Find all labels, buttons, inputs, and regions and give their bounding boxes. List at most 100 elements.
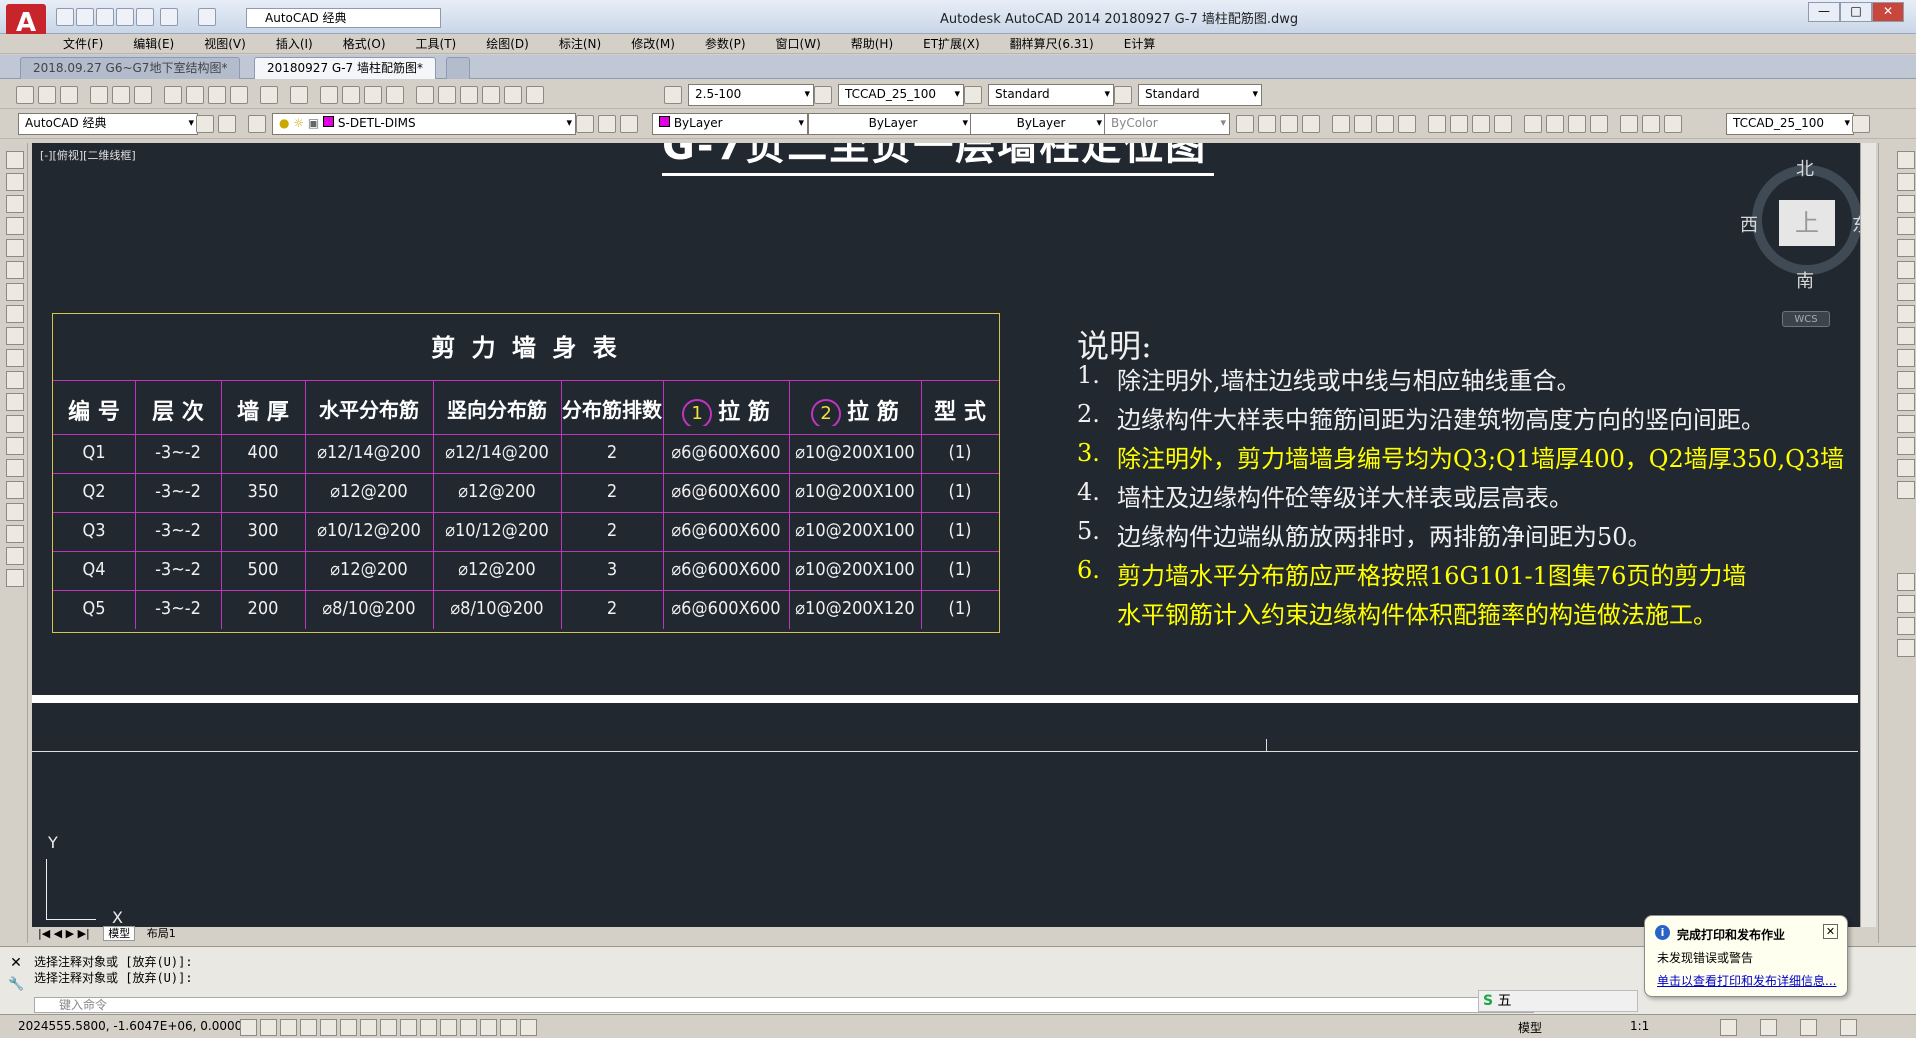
copy-object-icon[interactable] <box>1897 173 1915 191</box>
copy-icon[interactable] <box>186 86 204 104</box>
dim-style-icon-2[interactable] <box>1852 115 1870 133</box>
menu-item[interactable]: 编辑(E) <box>118 34 189 54</box>
vertical-scrollbar[interactable] <box>1860 143 1876 927</box>
compass-west[interactable]: 西 <box>1740 211 1758 237</box>
plot-status-icon[interactable] <box>1800 1019 1817 1036</box>
move-icon[interactable] <box>1897 261 1915 279</box>
continue-dim-icon[interactable] <box>1472 115 1490 133</box>
center-mark-icon[interactable] <box>1546 115 1564 133</box>
menu-item[interactable]: 工具(T) <box>401 34 472 54</box>
dim-update-icon[interactable] <box>1664 115 1682 133</box>
workspace-lock-icon[interactable] <box>218 115 236 133</box>
restore-button[interactable]: □ <box>1840 2 1872 22</box>
tab-nav-arrows[interactable]: |◀ ◀ ▶ ▶| <box>38 927 90 940</box>
cut-icon[interactable] <box>164 86 182 104</box>
draw-order-icon[interactable] <box>1897 573 1915 591</box>
coordinate-readout[interactable]: 2024555.5800, -1.6047E+06, 0.0000 <box>18 1019 242 1033</box>
wcs-menu[interactable]: WCS <box>1782 311 1830 327</box>
linear-dim-icon[interactable] <box>1236 115 1254 133</box>
ducs-icon[interactable] <box>400 1019 417 1036</box>
balloon-close-button[interactable]: ✕ <box>1823 924 1838 939</box>
workspace-settings-icon[interactable] <box>196 115 214 133</box>
scale-icon[interactable] <box>1897 305 1915 323</box>
gradient-icon[interactable] <box>6 481 24 499</box>
quick-dim-icon[interactable] <box>1428 115 1446 133</box>
polyline-icon[interactable] <box>6 195 24 213</box>
balloon-details-link[interactable]: 单击以查看打印和发布详细信息... <box>1657 972 1836 989</box>
design-center-icon[interactable] <box>438 86 456 104</box>
region-icon[interactable] <box>6 503 24 521</box>
insert-block-icon[interactable] <box>6 393 24 411</box>
viewport-controls[interactable]: [-][俯视][二维线框] <box>40 147 136 163</box>
grid-display-icon[interactable] <box>280 1019 297 1036</box>
doc-tab-g6-g7[interactable]: 2018.09.27 G6~G7地下室结构图* <box>20 57 241 79</box>
arc-length-dim-icon[interactable] <box>1280 115 1298 133</box>
extend-icon[interactable] <box>1897 371 1915 389</box>
pan-icon[interactable] <box>320 86 338 104</box>
undo-icon[interactable] <box>260 86 278 104</box>
ortho-mode-icon[interactable] <box>300 1019 317 1036</box>
multileader-style-select[interactable]: Standard <box>1138 84 1262 106</box>
circle-icon[interactable] <box>6 283 24 301</box>
new-tab-icon[interactable] <box>446 57 470 79</box>
plotstyle-select[interactable]: ByColor <box>1104 113 1230 135</box>
selection-cycling-icon[interactable] <box>500 1019 517 1036</box>
snap-mode-icon[interactable] <box>260 1019 277 1036</box>
command-settings-icon[interactable]: 🔧 <box>8 977 24 993</box>
object-snap-tracking-icon[interactable] <box>380 1019 397 1036</box>
open-icon[interactable] <box>38 86 56 104</box>
spline-icon[interactable] <box>6 327 24 345</box>
menu-item[interactable]: 插入(I) <box>261 34 328 54</box>
workspace-select[interactable]: AutoCAD 经典 <box>246 8 441 28</box>
menu-item[interactable]: 修改(M) <box>616 34 690 54</box>
zoom-window-icon[interactable] <box>364 86 382 104</box>
rectangle-icon[interactable] <box>6 239 24 257</box>
minimize-button[interactable]: — <box>1808 2 1840 22</box>
make-block-icon[interactable] <box>6 415 24 433</box>
command-input[interactable]: 键入命令 <box>34 997 1534 1013</box>
viewcube-top-face[interactable]: 上 <box>1779 200 1835 246</box>
line-icon[interactable] <box>6 151 24 169</box>
layer-state-icon[interactable] <box>620 115 638 133</box>
save-as-icon[interactable] <box>116 8 134 26</box>
menu-item[interactable]: 文件(F) <box>48 34 118 54</box>
transparency-icon[interactable] <box>460 1019 477 1036</box>
table-style-icon[interactable] <box>964 86 982 104</box>
inspect-icon[interactable] <box>1568 115 1586 133</box>
send-back-icon[interactable] <box>1897 617 1915 635</box>
dim-style-icon[interactable] <box>814 86 832 104</box>
drawing-canvas[interactable]: [-][俯视][二维线框] G-7负二至负一层墙柱定位图 剪 力 墙 身 表 编… <box>32 143 1876 927</box>
publish-icon[interactable] <box>134 86 152 104</box>
layer-previous-icon[interactable] <box>598 115 616 133</box>
text-front-icon[interactable] <box>1897 639 1915 657</box>
zoom-realtime-icon[interactable] <box>342 86 360 104</box>
multiline-text-icon[interactable] <box>6 547 24 565</box>
angular-dim-icon[interactable] <box>1398 115 1416 133</box>
menu-item[interactable]: 帮助(H) <box>836 34 908 54</box>
close-command-icon[interactable]: ✕ <box>8 955 24 971</box>
menu-item[interactable]: 翻样算尺(6.31) <box>995 34 1109 54</box>
print-icon[interactable] <box>136 8 154 26</box>
dim-space-icon[interactable] <box>1494 115 1512 133</box>
ellipse-icon[interactable] <box>6 349 24 367</box>
open-file-icon[interactable] <box>76 8 94 26</box>
offset-icon[interactable] <box>1897 217 1915 235</box>
tab-model[interactable]: 模型 <box>103 926 136 941</box>
quickcalc-icon[interactable] <box>526 86 544 104</box>
add-selected-icon[interactable] <box>6 569 24 587</box>
new-icon[interactable] <box>16 86 34 104</box>
menu-item[interactable]: 视图(V) <box>189 34 261 54</box>
sheet-set-icon[interactable] <box>482 86 500 104</box>
hatch-icon[interactable] <box>6 459 24 477</box>
construction-line-icon[interactable] <box>6 173 24 191</box>
point-icon[interactable] <box>6 437 24 455</box>
dim-edit-icon[interactable] <box>1620 115 1638 133</box>
menu-item[interactable]: 参数(P) <box>690 34 761 54</box>
object-snap-icon[interactable] <box>340 1019 357 1036</box>
aligned-dim-icon[interactable] <box>1258 115 1276 133</box>
lock-ui-icon[interactable] <box>1760 1019 1777 1036</box>
close-button[interactable]: ✕ <box>1872 2 1904 22</box>
zoom-previous-icon[interactable] <box>386 86 404 104</box>
menu-item[interactable]: 格式(O) <box>328 34 401 54</box>
paste-icon[interactable] <box>208 86 226 104</box>
